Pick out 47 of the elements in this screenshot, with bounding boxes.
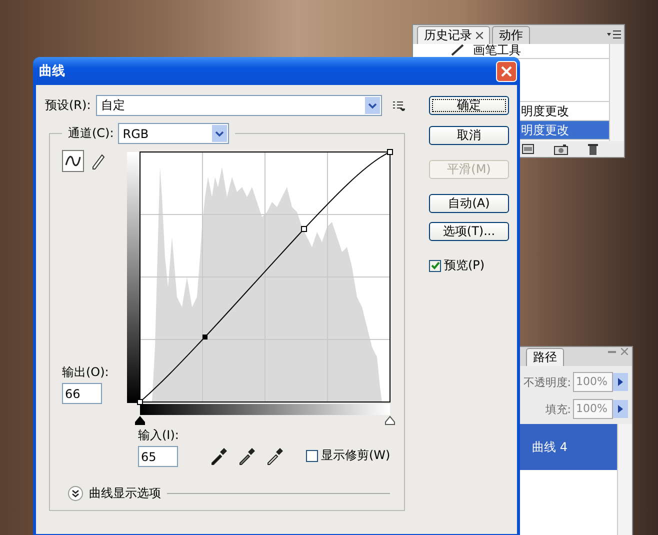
- eyedropper-icon[interactable]: [210, 447, 228, 465]
- scrollbar[interactable]: [617, 424, 632, 535]
- scrollbar[interactable]: [609, 44, 624, 141]
- show-clipping-checkbox[interactable]: 显示修剪(W): [306, 447, 390, 464]
- output-field[interactable]: 66: [62, 383, 102, 404]
- control-point-icon[interactable]: [137, 399, 143, 405]
- panel-tab[interactable]: 动作: [492, 26, 530, 44]
- control-point-icon[interactable]: [301, 226, 307, 232]
- brush-icon: [451, 44, 465, 56]
- expand-icon[interactable]: [68, 486, 83, 501]
- arrow-right-icon[interactable]: [613, 373, 628, 391]
- dialog-button[interactable]: 取消: [429, 126, 509, 145]
- eyedropper-icon[interactable]: [266, 447, 284, 465]
- input-slider-icon[interactable]: [135, 416, 145, 425]
- fill-label: 填充:: [545, 402, 571, 416]
- dialog-button[interactable]: 自动(A): [429, 194, 509, 213]
- window-title: 曲线: [39, 63, 65, 80]
- preset-dropdown[interactable]: 自定: [96, 95, 382, 116]
- control-point-icon[interactable]: [387, 149, 393, 155]
- input-field[interactable]: 65: [138, 446, 178, 467]
- panel-tab[interactable]: 路径: [526, 348, 564, 366]
- pencil-icon[interactable]: [90, 152, 106, 170]
- dialog-button[interactable]: 确定: [429, 96, 509, 115]
- options-menu-icon[interactable]: [393, 100, 405, 110]
- panel-menu-icon[interactable]: [607, 30, 621, 39]
- input-slider-icon[interactable]: [385, 416, 395, 425]
- panel-tab[interactable]: 历史记录: [417, 26, 490, 44]
- curve-tool-icon[interactable]: [62, 150, 84, 172]
- arrow-right-icon[interactable]: [613, 400, 628, 418]
- layer-item[interactable]: 曲线 4: [520, 424, 618, 470]
- opacity-label: 不透明度:: [523, 374, 571, 390]
- preview-checkbox[interactable]: 预览(P): [429, 257, 509, 274]
- curve-display-options-label: 曲线显示选项: [89, 485, 161, 502]
- close-button[interactable]: [496, 60, 517, 82]
- camera-icon[interactable]: [554, 144, 568, 154]
- output-label: 输出(O):: [62, 364, 110, 381]
- new-document-icon[interactable]: [522, 144, 534, 154]
- checkmark-icon: [430, 261, 440, 270]
- close-icon[interactable]: [476, 32, 483, 39]
- eyedropper-icon[interactable]: [238, 447, 256, 465]
- input-label: 输入(I):: [138, 427, 180, 444]
- curve-graph[interactable]: [140, 152, 390, 402]
- trash-icon[interactable]: [588, 143, 598, 155]
- channel-dropdown[interactable]: RGB: [118, 123, 229, 144]
- channel-label: 通道(C):: [68, 125, 114, 142]
- preset-label: 预设(R):: [45, 97, 91, 114]
- dialog-button[interactable]: 选项(T)...: [429, 222, 509, 241]
